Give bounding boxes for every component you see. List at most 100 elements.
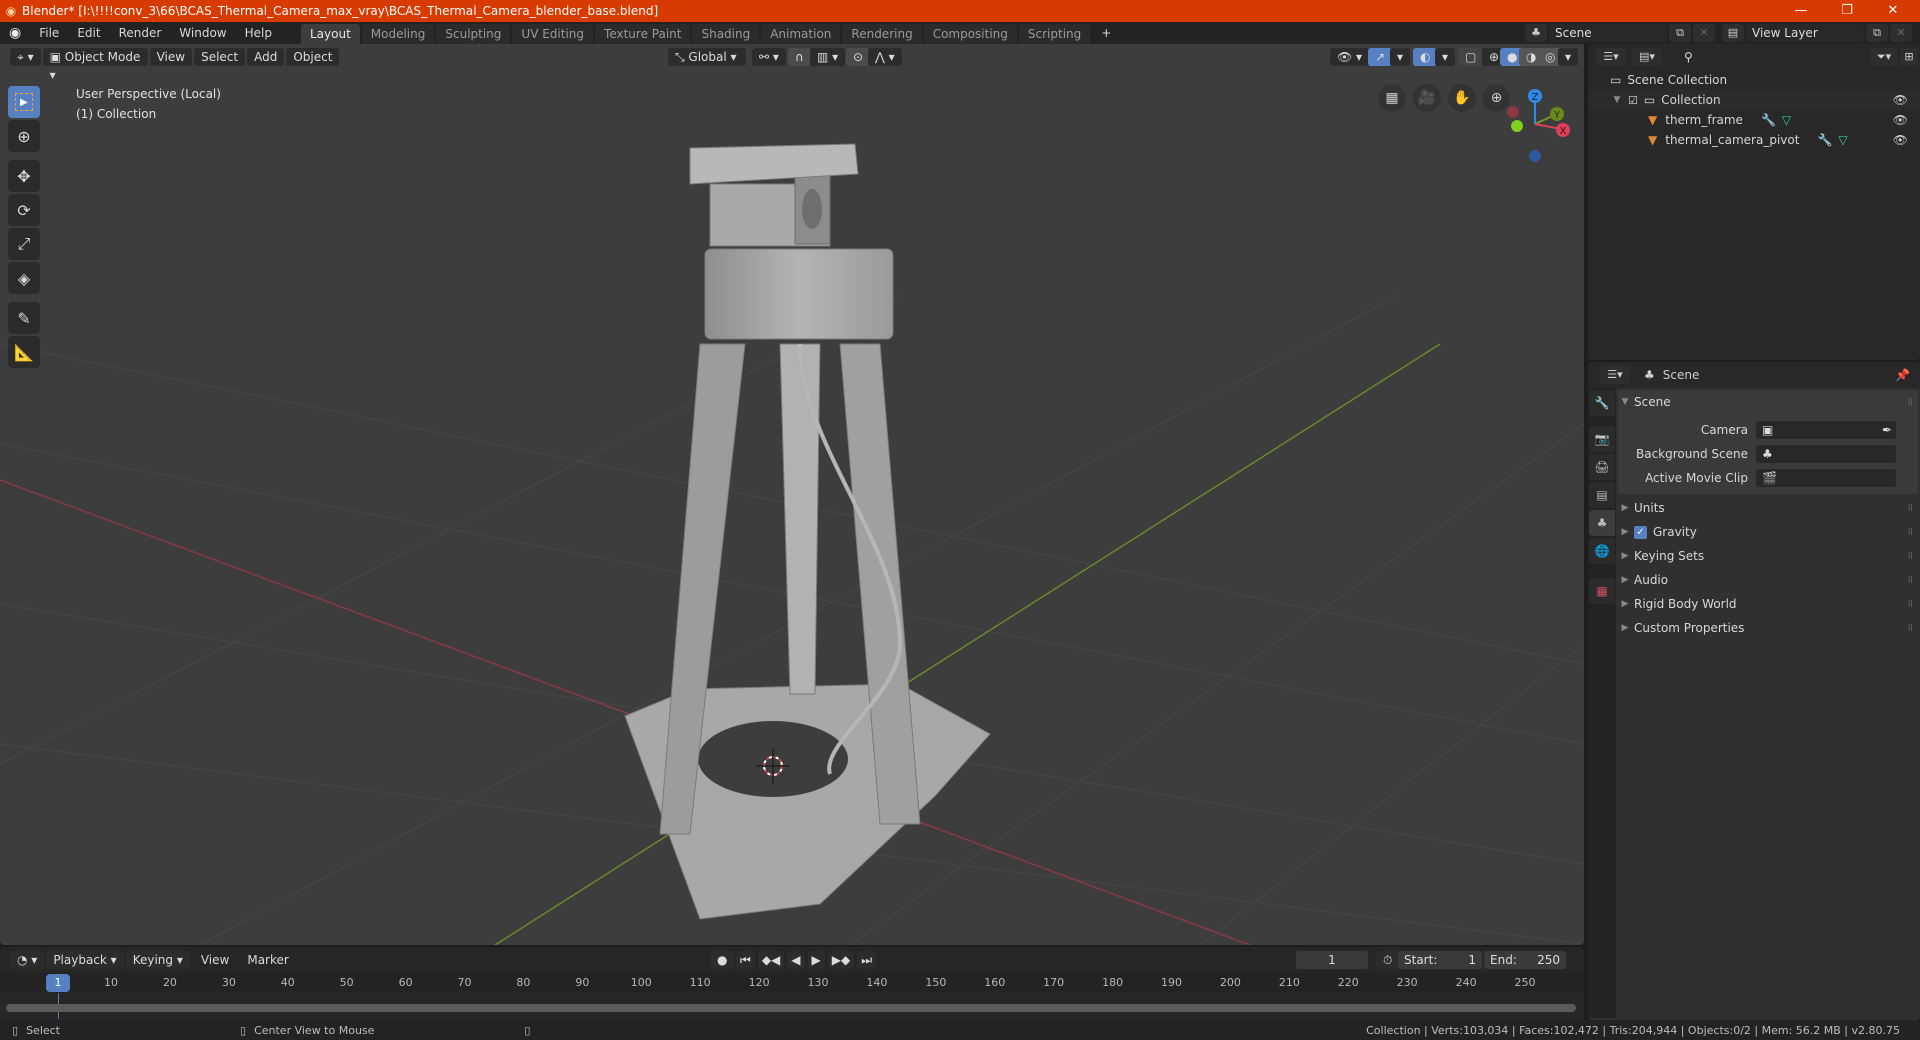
end-frame-field[interactable]: End: 250 bbox=[1484, 951, 1566, 969]
pan-hand-icon[interactable]: ✋ bbox=[1447, 84, 1476, 112]
use-preview-range-icon[interactable]: ⏱ bbox=[1376, 951, 1400, 969]
prev-keyframe-button[interactable]: ◆◀ bbox=[757, 951, 785, 969]
maximize-button[interactable]: ❐ bbox=[1824, 0, 1870, 22]
panel-keying-sets[interactable]: ▶ Keying Sets ⁞⁞ bbox=[1618, 544, 1918, 568]
mode-dropdown[interactable]: ▣ Object Mode ▾ bbox=[42, 48, 148, 82]
scene-collection-row[interactable]: ▭ Scene Collection bbox=[1588, 70, 1920, 90]
modifier-wrench-icon[interactable]: 🔧 bbox=[1761, 113, 1776, 127]
tab-render[interactable]: 📷 bbox=[1589, 426, 1615, 452]
close-button[interactable]: ✕ bbox=[1870, 0, 1916, 22]
eyedropper-icon[interactable]: ✒ bbox=[1882, 421, 1892, 439]
frame-ruler[interactable]: 1 10 20 30 40 50 60 70 80 90 100 110 120 130 140 150 16… bbox=[0, 973, 1584, 993]
editor-type-button[interactable]: ⌖ ▾ bbox=[10, 48, 41, 66]
tab-view-layer[interactable]: ▤ bbox=[1589, 482, 1615, 508]
drag-handle-icon[interactable]: ⁞⁞ bbox=[1908, 551, 1913, 562]
tab-world[interactable]: 🌐 bbox=[1589, 538, 1615, 564]
active-movie-clip-field[interactable]: 🎬 bbox=[1756, 469, 1896, 487]
menu-select[interactable]: Select bbox=[194, 48, 246, 66]
cursor-tool[interactable]: ⊕ bbox=[8, 120, 40, 152]
expand-collection-icon[interactable]: ▼ bbox=[1610, 95, 1624, 105]
mesh-data-icon[interactable]: ▽ bbox=[1838, 133, 1847, 147]
panel-custom-properties[interactable]: ▶ Custom Properties ⁞⁞ bbox=[1618, 616, 1918, 640]
playback-dropdown[interactable]: Playback ▾ bbox=[46, 951, 124, 969]
scale-tool[interactable]: ⤢ bbox=[8, 228, 40, 260]
tab-texture-paint[interactable]: Texture Paint bbox=[595, 24, 691, 44]
select-box-tool[interactable]: ▶ bbox=[8, 86, 40, 118]
view-layer-icon[interactable]: ▤ bbox=[1722, 24, 1744, 42]
drag-handle-icon[interactable]: ⁞⁞ bbox=[1908, 397, 1913, 408]
gizmo-dropdown[interactable]: ▾ bbox=[1390, 48, 1411, 66]
navigation-gizmo[interactable]: Z Y X bbox=[1495, 84, 1575, 164]
modifier-wrench-icon[interactable]: 🔧 bbox=[1817, 133, 1832, 147]
timeline-editor-type[interactable]: ◔ ▾ bbox=[10, 951, 45, 969]
drag-handle-icon[interactable]: ⁞⁞ bbox=[1908, 623, 1913, 634]
delete-scene-icon[interactable]: ✕ bbox=[1693, 24, 1715, 42]
panel-units[interactable]: ▶ Units ⁞⁞ bbox=[1618, 496, 1918, 520]
play-button[interactable]: ▶ bbox=[807, 951, 825, 969]
drag-handle-icon[interactable]: ⁞⁞ bbox=[1908, 575, 1913, 586]
playhead-indicator[interactable]: 1 bbox=[46, 974, 70, 992]
annotate-tool[interactable]: ✎ bbox=[8, 302, 40, 334]
tab-scene[interactable]: ♣ bbox=[1589, 510, 1615, 536]
new-collection-button[interactable]: ⊞ bbox=[1900, 48, 1918, 66]
menu-marker[interactable]: Marker bbox=[238, 949, 297, 971]
outliner-item[interactable]: ▼ therm_frame 🔧 ▽ 👁 bbox=[1588, 110, 1920, 130]
panel-audio[interactable]: ▶ Audio ⁞⁞ bbox=[1618, 568, 1918, 592]
outliner-item[interactable]: ▼ thermal_camera_pivot 🔧 ▽ 👁 bbox=[1588, 130, 1920, 150]
tab-uv-editing[interactable]: UV Editing bbox=[512, 24, 594, 44]
play-reverse-button[interactable]: ◀ bbox=[787, 951, 805, 969]
camera-view-icon[interactable]: 🎥 bbox=[1412, 84, 1441, 112]
menu-help[interactable]: Help bbox=[236, 22, 281, 44]
keying-dropdown[interactable]: Keying ▾ bbox=[125, 951, 190, 969]
proportional-falloff-dropdown[interactable]: ⋀ ▾ bbox=[868, 48, 902, 66]
outliner-editor-type[interactable]: ☰▾ bbox=[1596, 48, 1626, 66]
record-button[interactable]: ● bbox=[710, 951, 735, 969]
new-scene-icon[interactable]: ⧉ bbox=[1669, 24, 1691, 42]
menu-object[interactable]: Object bbox=[286, 48, 340, 66]
display-mode-dropdown[interactable]: ▤▾ bbox=[1632, 48, 1662, 66]
tab-output[interactable]: 🖨 bbox=[1589, 454, 1615, 480]
tab-texture[interactable]: ▦ bbox=[1589, 578, 1615, 604]
rotate-tool[interactable]: ⟳ bbox=[8, 194, 40, 226]
snap-toggle[interactable]: ∩ bbox=[788, 48, 811, 66]
3d-viewport[interactable]: ⌖ ▾ ▣ Object Mode ▾ View Select Add Obje… bbox=[0, 44, 1584, 945]
panel-gravity[interactable]: ▶ ✓ Gravity ⁞⁞ bbox=[1618, 520, 1918, 544]
drag-handle-icon[interactable]: ⁞⁞ bbox=[1908, 503, 1913, 514]
move-tool[interactable]: ✥ bbox=[8, 160, 40, 192]
toggle-camera-ortho-icon[interactable]: ▦ bbox=[1378, 84, 1406, 112]
xray-toggle[interactable]: ▢ bbox=[1458, 48, 1484, 66]
menu-file[interactable]: File bbox=[30, 22, 68, 44]
minimize-button[interactable]: — bbox=[1778, 0, 1824, 22]
tab-compositing[interactable]: Compositing bbox=[923, 24, 1017, 44]
overlay-toggle[interactable]: ◐ bbox=[1413, 48, 1438, 66]
blender-menu-icon[interactable]: ◉ bbox=[0, 22, 30, 44]
proportional-edit-toggle[interactable]: ⊙ bbox=[846, 48, 871, 66]
tab-animation[interactable]: Animation bbox=[761, 24, 841, 44]
menu-add[interactable]: Add bbox=[247, 48, 285, 66]
menu-edit[interactable]: Edit bbox=[68, 22, 109, 44]
view-layer-name-field[interactable]: View Layer bbox=[1746, 24, 1864, 42]
visibility-eye-icon[interactable]: 👁 bbox=[1893, 133, 1908, 147]
tab-sculpting[interactable]: Sculpting bbox=[436, 24, 511, 44]
new-view-layer-icon[interactable]: ⧉ bbox=[1866, 24, 1888, 42]
camera-field[interactable]: ▣ ✒ bbox=[1756, 421, 1896, 439]
overlay-dropdown[interactable]: ▾ bbox=[1435, 48, 1456, 66]
jump-end-button[interactable]: ⏭ bbox=[857, 951, 877, 969]
drag-handle-icon[interactable]: ⁞⁞ bbox=[1908, 527, 1913, 538]
menu-view[interactable]: View bbox=[192, 949, 238, 971]
tab-layout[interactable]: Layout bbox=[300, 24, 360, 44]
menu-render[interactable]: Render bbox=[110, 22, 171, 44]
snap-dropdown[interactable]: ▥ ▾ bbox=[810, 48, 846, 66]
visibility-eye-icon[interactable]: 👁 bbox=[1893, 113, 1908, 127]
filter-dropdown[interactable]: ⏷▾ bbox=[1870, 48, 1898, 66]
visibility-eye-icon[interactable]: 👁 bbox=[1893, 93, 1908, 107]
tab-rendering[interactable]: Rendering bbox=[842, 24, 922, 44]
background-scene-field[interactable]: ♣ bbox=[1756, 445, 1896, 463]
transform-tool[interactable]: ◈ bbox=[8, 262, 40, 294]
tab-tool[interactable]: 🔧 bbox=[1589, 390, 1615, 416]
outliner-search-input[interactable]: ⚲ bbox=[1678, 48, 1788, 66]
next-keyframe-button[interactable]: ▶◆ bbox=[827, 951, 855, 969]
add-workspace-button[interactable]: + bbox=[1092, 22, 1120, 44]
tab-scripting[interactable]: Scripting bbox=[1018, 24, 1091, 44]
pivot-dropdown[interactable]: ⚯ ▾ bbox=[752, 48, 786, 66]
